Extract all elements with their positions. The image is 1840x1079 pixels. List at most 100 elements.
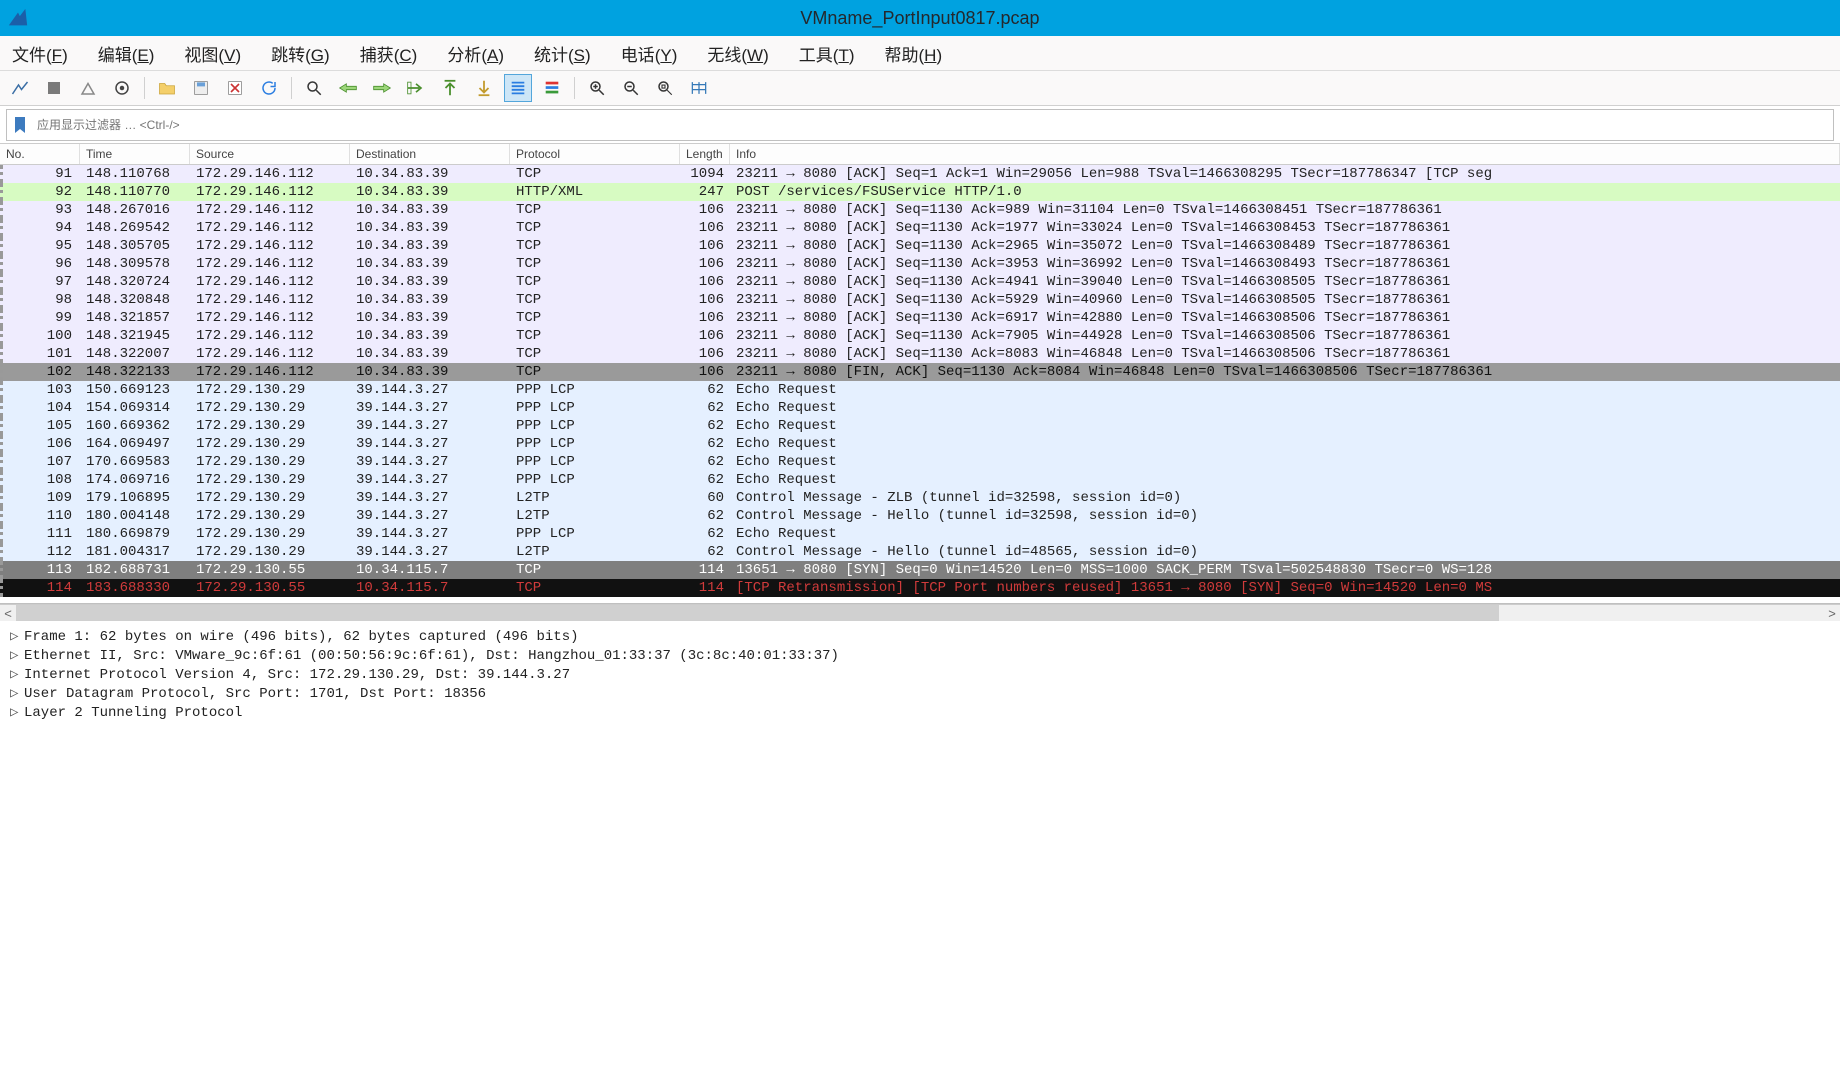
expand-icon[interactable]: ▷ — [10, 647, 24, 664]
col-no[interactable]: No. — [0, 144, 80, 164]
menu-wireless[interactable]: 无线(W) — [701, 39, 774, 68]
packet-row[interactable]: 93148.267016172.29.146.11210.34.83.39TCP… — [0, 201, 1840, 219]
expand-icon[interactable]: ▷ — [10, 628, 24, 645]
packet-cell: 172.29.146.112 — [190, 201, 350, 219]
packet-cell: 172.29.130.29 — [190, 381, 350, 399]
packet-row[interactable]: 112181.004317172.29.130.2939.144.3.27L2T… — [0, 543, 1840, 561]
go-to-packet-button[interactable] — [402, 74, 430, 102]
packet-row[interactable]: 107170.669583172.29.130.2939.144.3.27PPP… — [0, 453, 1840, 471]
toolbar-separator — [291, 77, 292, 99]
packet-row[interactable]: 101148.322007172.29.146.11210.34.83.39TC… — [0, 345, 1840, 363]
col-source[interactable]: Source — [190, 144, 350, 164]
packet-cell: 60 — [680, 489, 730, 507]
find-button[interactable] — [300, 74, 328, 102]
bookmark-icon[interactable] — [7, 112, 33, 138]
packet-list-pane[interactable]: No. Time Source Destination Protocol Len… — [0, 143, 1840, 604]
packet-row[interactable]: 103150.669123172.29.130.2939.144.3.27PPP… — [0, 381, 1840, 399]
packet-cell: 96 — [0, 255, 80, 273]
packet-row[interactable]: 94148.269542172.29.146.11210.34.83.39TCP… — [0, 219, 1840, 237]
packet-cell: TCP — [510, 201, 680, 219]
col-length[interactable]: Length — [680, 144, 730, 164]
tree-item[interactable]: ▷Frame 1: 62 bytes on wire (496 bits), 6… — [10, 627, 1830, 646]
reload-button[interactable] — [255, 74, 283, 102]
expand-icon[interactable]: ▷ — [10, 666, 24, 683]
zoom-reset-button[interactable] — [651, 74, 679, 102]
packet-cell: 106 — [680, 255, 730, 273]
packet-cell: 172.29.146.112 — [190, 183, 350, 201]
go-to-last-button[interactable] — [470, 74, 498, 102]
packet-cell: 160.669362 — [80, 417, 190, 435]
packet-row[interactable]: 100148.321945172.29.146.11210.34.83.39TC… — [0, 327, 1840, 345]
packet-cell: 106 — [680, 201, 730, 219]
menu-go[interactable]: 跳转(G) — [265, 39, 336, 68]
menu-capture[interactable]: 捕获(C) — [354, 39, 424, 68]
menu-help[interactable]: 帮助(H) — [879, 39, 949, 68]
menu-tools[interactable]: 工具(T) — [793, 39, 861, 68]
packet-cell: L2TP — [510, 543, 680, 561]
save-file-button[interactable] — [187, 74, 215, 102]
zoom-in-button[interactable] — [583, 74, 611, 102]
tree-item[interactable]: ▷Layer 2 Tunneling Protocol — [10, 703, 1830, 722]
tree-item[interactable]: ▷Ethernet II, Src: VMware_9c:6f:61 (00:5… — [10, 646, 1830, 665]
packet-row[interactable]: 113182.688731172.29.130.5510.34.115.7TCP… — [0, 561, 1840, 579]
packet-cell: 62 — [680, 399, 730, 417]
packet-row[interactable]: 97148.320724172.29.146.11210.34.83.39TCP… — [0, 273, 1840, 291]
menu-telephony[interactable]: 电话(Y) — [615, 39, 684, 68]
scroll-left-arrow-icon[interactable]: < — [0, 605, 16, 621]
packet-row[interactable]: 106164.069497172.29.130.2939.144.3.27PPP… — [0, 435, 1840, 453]
menu-file[interactable]: 文件(F) — [6, 39, 74, 68]
go-forward-button[interactable] — [368, 74, 396, 102]
tree-item[interactable]: ▷Internet Protocol Version 4, Src: 172.2… — [10, 665, 1830, 684]
packet-row[interactable]: 91148.110768172.29.146.11210.34.83.39TCP… — [0, 165, 1840, 183]
menu-edit[interactable]: 编辑(E) — [92, 39, 161, 68]
packet-row[interactable]: 110180.004148172.29.130.2939.144.3.27L2T… — [0, 507, 1840, 525]
display-filter-input[interactable] — [33, 114, 1833, 136]
capture-options-button[interactable] — [108, 74, 136, 102]
packet-row[interactable]: 92148.110770172.29.146.11210.34.83.39HTT… — [0, 183, 1840, 201]
col-protocol[interactable]: Protocol — [510, 144, 680, 164]
col-info[interactable]: Info — [730, 144, 1840, 164]
scroll-right-arrow-icon[interactable]: > — [1824, 605, 1840, 621]
packet-row[interactable]: 96148.309578172.29.146.11210.34.83.39TCP… — [0, 255, 1840, 273]
col-destination[interactable]: Destination — [350, 144, 510, 164]
packet-cell: 113 — [0, 561, 80, 579]
packet-details-pane[interactable]: ▷Frame 1: 62 bytes on wire (496 bits), 6… — [0, 621, 1840, 742]
open-file-button[interactable] — [153, 74, 181, 102]
expand-icon[interactable]: ▷ — [10, 704, 24, 721]
packet-row[interactable]: 98148.320848172.29.146.11210.34.83.39TCP… — [0, 291, 1840, 309]
packet-row[interactable]: 104154.069314172.29.130.2939.144.3.27PPP… — [0, 399, 1840, 417]
menu-view[interactable]: 视图(V) — [178, 39, 247, 68]
packet-row[interactable]: 114183.688330172.29.130.5510.34.115.7TCP… — [0, 579, 1840, 597]
packet-row[interactable]: 102148.322133172.29.146.11210.34.83.39TC… — [0, 363, 1840, 381]
tree-item[interactable]: ▷User Datagram Protocol, Src Port: 1701,… — [10, 684, 1830, 703]
expand-icon[interactable]: ▷ — [10, 685, 24, 702]
stop-capture-button[interactable] — [40, 74, 68, 102]
packet-row[interactable]: 109179.106895172.29.130.2939.144.3.27L2T… — [0, 489, 1840, 507]
packet-row[interactable]: 108174.069716172.29.130.2939.144.3.27PPP… — [0, 471, 1840, 489]
scroll-thumb[interactable] — [16, 605, 1499, 621]
auto-scroll-button[interactable] — [504, 74, 532, 102]
menu-stats[interactable]: 统计(S) — [528, 39, 597, 68]
packet-list-hscrollbar[interactable]: < > — [0, 604, 1840, 621]
start-capture-button[interactable] — [6, 74, 34, 102]
packet-cell: POST /services/FSUService HTTP/1.0 — [730, 183, 1840, 201]
restart-capture-button[interactable] — [74, 74, 102, 102]
packet-row[interactable]: 111180.669879172.29.130.2939.144.3.27PPP… — [0, 525, 1840, 543]
resize-columns-button[interactable] — [685, 74, 713, 102]
menu-analyze[interactable]: 分析(A) — [441, 39, 510, 68]
packet-row[interactable]: 105160.669362172.29.130.2939.144.3.27PPP… — [0, 417, 1840, 435]
go-back-button[interactable] — [334, 74, 362, 102]
packet-cell: 172.29.146.112 — [190, 219, 350, 237]
packet-cell: 95 — [0, 237, 80, 255]
colorize-button[interactable] — [538, 74, 566, 102]
packet-cell: 23211 → 8080 [FIN, ACK] Seq=1130 Ack=808… — [730, 363, 1840, 381]
packet-list-header[interactable]: No. Time Source Destination Protocol Len… — [0, 143, 1840, 165]
packet-row[interactable]: 95148.305705172.29.146.11210.34.83.39TCP… — [0, 237, 1840, 255]
packet-row[interactable]: 99148.321857172.29.146.11210.34.83.39TCP… — [0, 309, 1840, 327]
go-to-first-button[interactable] — [436, 74, 464, 102]
close-file-button[interactable] — [221, 74, 249, 102]
zoom-out-button[interactable] — [617, 74, 645, 102]
toolbar-separator — [144, 77, 145, 99]
col-time[interactable]: Time — [80, 144, 190, 164]
packet-cell: 10.34.115.7 — [350, 579, 510, 597]
